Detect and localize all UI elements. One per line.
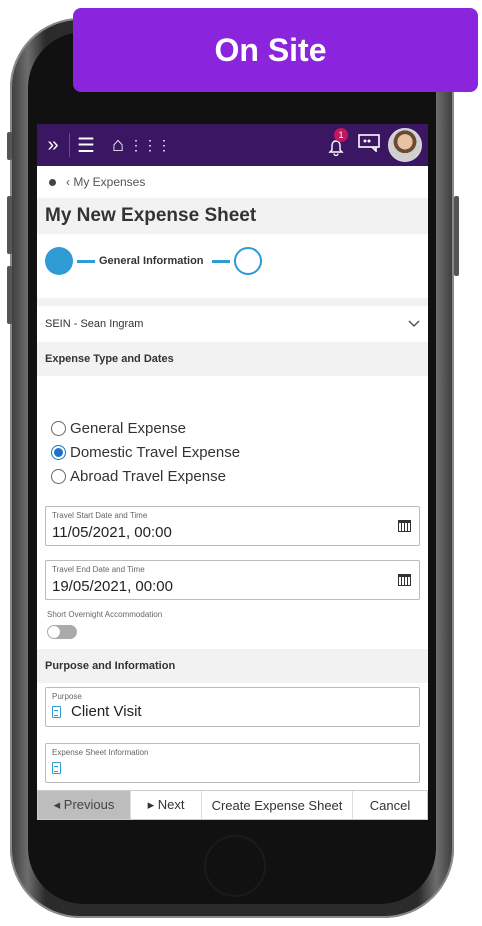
apps-grid-icon[interactable]: ⋮⋮⋮ <box>129 124 171 166</box>
section-title: Purpose and Information <box>45 660 176 672</box>
employee-value: SEIN - Sean Ingram <box>45 318 144 330</box>
radio-circle-selected[interactable] <box>51 444 66 460</box>
next-label: ▸ Next <box>147 797 185 812</box>
step-connector <box>211 259 230 263</box>
travel-end-field[interactable]: Travel End Date and Time 19/05/2021, 00:… <box>45 560 420 600</box>
travel-start-value[interactable]: 11/05/2021, 00:00 <box>52 524 413 541</box>
step-indicator: General Information <box>37 234 428 288</box>
on-site-banner: On Site <box>73 8 478 92</box>
purpose-section-header: Purpose and Information <box>37 649 428 683</box>
section-separator <box>37 298 428 306</box>
field-label: Travel Start Date and Time <box>52 511 148 520</box>
top-navigation-bar: » ☰ ⌂ ⋮⋮⋮ 1 <box>37 124 428 166</box>
calendar-icon[interactable] <box>398 574 411 586</box>
phone-mute-switch <box>7 132 12 160</box>
phone-volume-up <box>7 196 12 254</box>
travel-start-field[interactable]: Travel Start Date and Time 11/05/2021, 0… <box>45 506 420 546</box>
radio-label: General Expense <box>70 419 186 437</box>
page-title-bar: My New Expense Sheet <box>37 198 428 234</box>
user-avatar[interactable] <box>388 128 422 162</box>
chevron-down-icon[interactable] <box>408 320 420 328</box>
field-label: Travel End Date and Time <box>52 565 145 574</box>
radio-label: Domestic Travel Expense <box>70 443 241 461</box>
phone-volume-down <box>7 266 12 324</box>
step-current-circle[interactable] <box>45 247 73 275</box>
cancel-button[interactable]: Cancel <box>353 791 427 819</box>
previous-button[interactable]: ◂ Previous <box>38 791 131 819</box>
cancel-label: Cancel <box>369 797 411 813</box>
toggle-knob <box>48 626 60 638</box>
radio-domestic-travel-expense[interactable]: Domestic Travel Expense <box>51 440 428 464</box>
create-expense-sheet-button[interactable]: Create Expense Sheet <box>202 791 353 819</box>
purpose-value-row: Client Visit <box>52 703 413 720</box>
radio-abroad-travel-expense[interactable]: Abroad Travel Expense <box>51 464 428 488</box>
bell-icon <box>328 140 344 156</box>
banner-text: On Site <box>214 31 327 68</box>
step-label: General Information <box>99 255 204 267</box>
expense-sheet-info-field[interactable]: Expense Sheet Information <box>45 743 420 783</box>
travel-end-value[interactable]: 19/05/2021, 00:00 <box>52 578 413 595</box>
radio-circle[interactable] <box>51 420 66 436</box>
breadcrumb: ‹ My Expenses <box>37 166 428 198</box>
expand-icon-glyph: » <box>47 133 59 156</box>
phone-power-button <box>454 196 459 276</box>
notification-bell-icon[interactable]: 1 <box>322 124 350 166</box>
expense-type-radio-group: General Expense Domestic Travel Expense … <box>37 376 428 488</box>
expense-type-section-header: Expense Type and Dates <box>37 342 428 376</box>
page-title: My New Expense Sheet <box>45 205 257 226</box>
create-label: Create Expense Sheet <box>211 797 343 813</box>
next-button[interactable]: ▸ Next <box>131 791 202 819</box>
sheet-info-value-row <box>52 759 413 777</box>
hamburger-glyph: ☰ <box>77 134 95 157</box>
breadcrumb-back-link[interactable]: ‹ My Expenses <box>66 175 145 189</box>
expand-icon[interactable]: » <box>37 124 69 166</box>
radio-circle[interactable] <box>51 468 66 484</box>
field-label: Purpose <box>52 692 82 701</box>
purpose-field[interactable]: Purpose Client Visit <box>45 687 420 727</box>
previous-label: ◂ Previous <box>53 797 115 812</box>
step-connector <box>77 259 95 263</box>
apps-grid-glyph: ⋮⋮⋮ <box>129 136 171 153</box>
document-icon <box>52 706 61 719</box>
step-next-circle[interactable] <box>233 247 262 275</box>
purpose-value[interactable]: Client Visit <box>71 703 142 720</box>
short-overnight-toggle[interactable] <box>47 625 77 639</box>
calendar-icon[interactable] <box>398 520 411 532</box>
toggle-label: Short Overnight Accommodation <box>47 610 163 619</box>
section-title: Expense Type and Dates <box>45 353 174 365</box>
document-icon <box>52 761 61 774</box>
home-glyph: ⌂ <box>111 133 125 156</box>
radio-label: Abroad Travel Expense <box>70 467 226 485</box>
short-overnight-field: Short Overnight Accommodation <box>37 600 428 639</box>
phone-home-button[interactable] <box>204 835 266 897</box>
topbar-right-group: 1 <box>322 124 422 166</box>
chat-quote-icon <box>358 133 380 153</box>
notification-badge: 1 <box>334 128 348 142</box>
radio-general-expense[interactable]: General Expense <box>51 416 428 440</box>
action-bar: ◂ Previous ▸ Next Create Expense Sheet C… <box>37 790 428 820</box>
hamburger-menu-icon[interactable]: ☰ <box>70 124 102 166</box>
employee-selector[interactable]: SEIN - Sean Ingram <box>37 306 428 342</box>
field-label: Expense Sheet Information <box>52 748 149 757</box>
feedback-chat-icon[interactable] <box>358 133 380 157</box>
breadcrumb-dot-icon <box>49 178 56 186</box>
app-screen: » ☰ ⌂ ⋮⋮⋮ 1 ‹ My Expenses My New Expense… <box>37 124 428 820</box>
